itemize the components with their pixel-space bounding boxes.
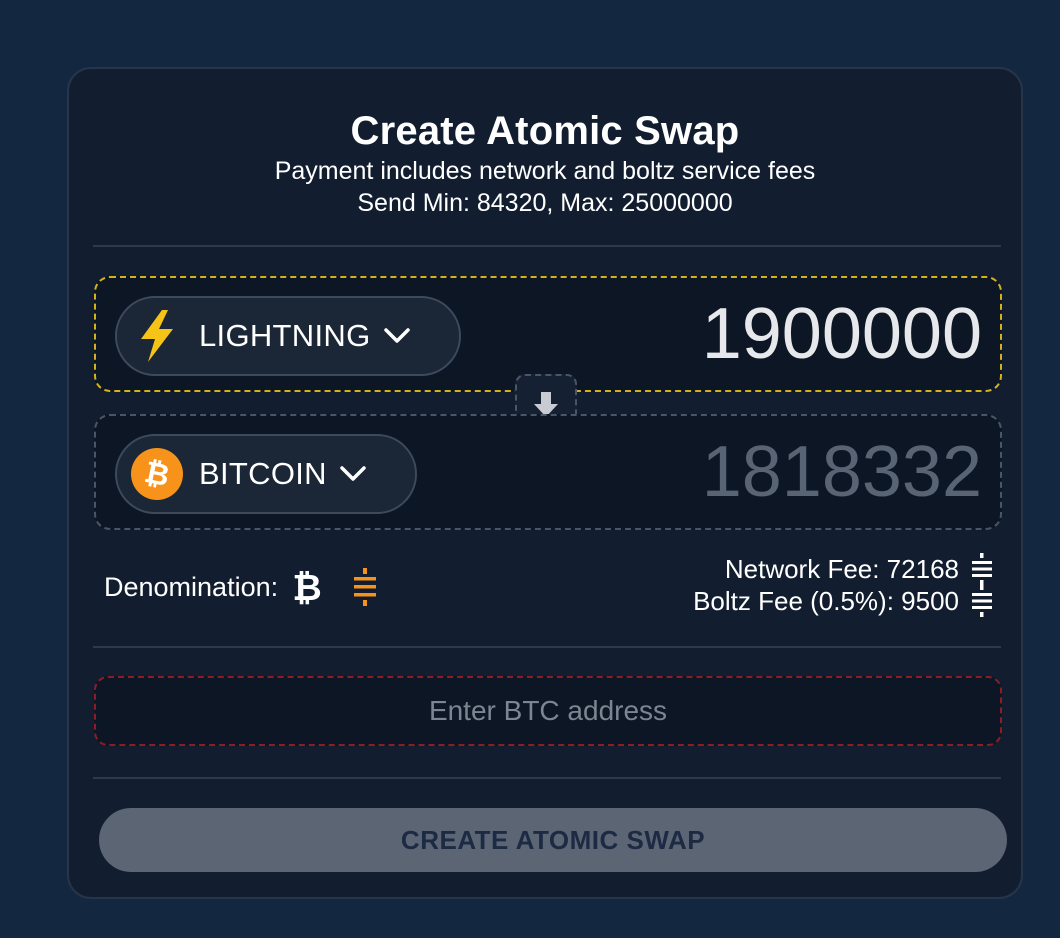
fee-notice: Payment includes network and boltz servi… xyxy=(274,157,816,185)
btc-address-input[interactable] xyxy=(94,676,1002,746)
swap-card: Create Atomic Swap Payment includes netw… xyxy=(67,67,1023,899)
receive-asset-selector[interactable]: ₿ BITCOIN xyxy=(115,434,417,514)
receive-asset-box: ₿ BITCOIN xyxy=(94,414,1002,530)
network-fee-row: Network Fee: 72168 xyxy=(693,553,993,585)
fee-summary: Network Fee: 72168 Boltz Fee (0.5%): 950… xyxy=(693,553,993,617)
boltz-fee-row: Boltz Fee (0.5%): 9500 xyxy=(693,585,993,617)
network-fee-text: Network Fee: 72168 xyxy=(724,553,959,584)
btc-icon[interactable]: ₿ xyxy=(290,567,324,607)
send-amount-input[interactable] xyxy=(502,294,982,374)
sats-icon xyxy=(971,553,993,585)
svg-text:₿: ₿ xyxy=(292,568,321,607)
divider xyxy=(93,245,1001,247)
chevron-down-icon xyxy=(383,327,411,345)
chevron-down-icon xyxy=(339,465,367,483)
send-asset-selector[interactable]: LIGHTNING xyxy=(115,296,461,376)
create-atomic-swap-button[interactable]: CREATE ATOMIC SWAP xyxy=(99,808,1007,872)
page-title: Create Atomic Swap xyxy=(350,109,740,153)
boltz-fee-text: Boltz Fee (0.5%): 9500 xyxy=(693,585,959,616)
denomination-label: Denomination: xyxy=(104,571,279,602)
denomination-switcher: Denomination: ₿ xyxy=(104,565,378,609)
receive-amount-output[interactable] xyxy=(502,432,982,512)
sats-icon xyxy=(971,585,993,617)
lightning-bolt-icon xyxy=(129,308,185,364)
send-limits: Send Min: 84320, Max: 25000000 xyxy=(357,189,733,217)
divider xyxy=(93,646,1001,648)
bitcoin-logo-icon: ₿ xyxy=(129,446,185,502)
send-asset-label: LIGHTNING xyxy=(199,318,371,353)
sats-icon[interactable] xyxy=(352,567,378,607)
receive-asset-label: BITCOIN xyxy=(199,456,327,491)
divider xyxy=(93,777,1001,779)
